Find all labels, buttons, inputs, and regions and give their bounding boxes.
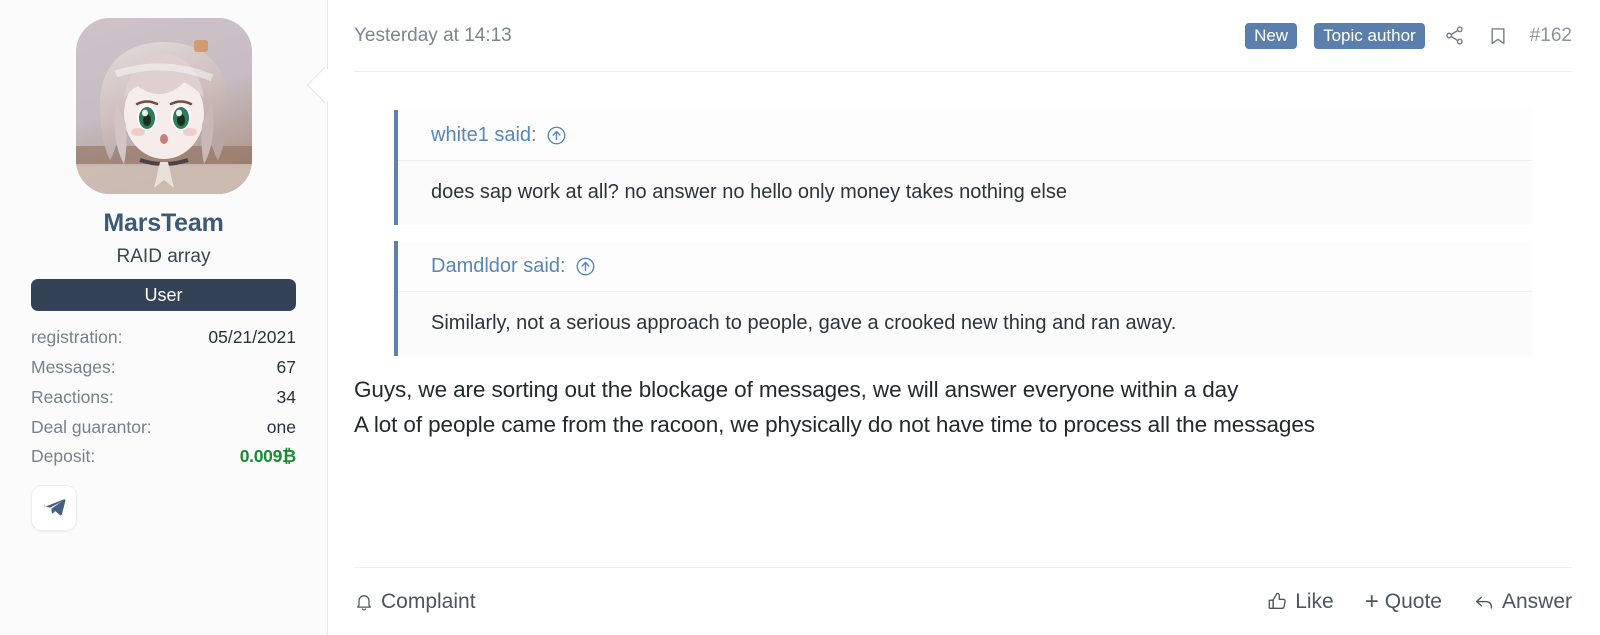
quote-author[interactable]: Damdldor said: bbox=[431, 255, 566, 278]
quote-text: does sap work at all? no answer no hello… bbox=[398, 161, 1532, 225]
post-content: white1 said: does sap work at all? no an… bbox=[354, 72, 1572, 567]
stat-row: Reactions: 34 bbox=[31, 382, 296, 412]
stat-label: Deal guarantor: bbox=[31, 416, 152, 437]
post-number[interactable]: #162 bbox=[1530, 25, 1572, 47]
forum-post-card: MarsTeam RAID array User registration: 0… bbox=[0, 0, 1600, 635]
stat-value: 05/21/2021 bbox=[208, 327, 296, 347]
stat-row: Deal guarantor: one bbox=[31, 412, 296, 442]
post-main: Yesterday at 14:13 New Topic author #162 bbox=[328, 0, 1600, 635]
post-footer-right: Like + Quote Answer bbox=[1267, 587, 1572, 615]
message-line: A lot of people came from the racoon, we… bbox=[354, 412, 1315, 438]
like-label: Like bbox=[1295, 590, 1334, 613]
telegram-button[interactable] bbox=[31, 484, 77, 531]
badge-new[interactable]: New bbox=[1245, 22, 1298, 49]
complaint-button[interactable]: Complaint bbox=[354, 591, 476, 612]
stat-row: Messages: 67 bbox=[31, 352, 296, 382]
avatar-image bbox=[75, 18, 252, 194]
post-header: Yesterday at 14:13 New Topic author #162 bbox=[354, 0, 1572, 72]
post-user-sidebar: MarsTeam RAID array User registration: 0… bbox=[0, 0, 328, 635]
arrow-up-circle-icon[interactable] bbox=[546, 125, 567, 146]
answer-button[interactable]: Answer bbox=[1473, 591, 1572, 613]
quote-block: Damdldor said: Similarly, not a serious … bbox=[394, 241, 1532, 356]
post-footer-left: Complaint bbox=[354, 591, 476, 612]
answer-label: Answer bbox=[1501, 590, 1572, 613]
user-rank-badge[interactable]: User bbox=[31, 278, 296, 311]
stat-label: Reactions: bbox=[31, 386, 114, 407]
telegram-icon bbox=[43, 499, 65, 516]
badge-topic-author[interactable]: Topic author bbox=[1314, 22, 1425, 49]
user-stats: registration: 05/21/2021 Messages: 67 Re… bbox=[31, 323, 296, 472]
contact-buttons bbox=[31, 484, 296, 531]
quote-author[interactable]: white1 said: bbox=[431, 124, 537, 147]
message-line: Guys, we are sorting out the blockage of… bbox=[354, 377, 1239, 402]
stat-value: 34 bbox=[276, 386, 296, 407]
thumbs-up-icon bbox=[1268, 592, 1286, 609]
quote-button[interactable]: + Quote bbox=[1364, 587, 1442, 615]
like-button[interactable]: Like bbox=[1267, 591, 1334, 612]
stat-row: Deposit: 0.009₿ bbox=[31, 442, 296, 472]
stat-label: registration: bbox=[31, 327, 123, 347]
bookmark-icon[interactable] bbox=[1485, 23, 1511, 49]
post-footer: Complaint Like + Quote Answer bbox=[354, 567, 1572, 635]
arrow-up-circle-icon[interactable] bbox=[575, 256, 596, 277]
avatar[interactable] bbox=[75, 18, 252, 194]
stat-label: Deposit: bbox=[31, 446, 96, 467]
post-timestamp[interactable]: Yesterday at 14:13 bbox=[354, 25, 512, 47]
share-icon[interactable] bbox=[1442, 23, 1468, 49]
stat-row: registration: 05/21/2021 bbox=[31, 323, 296, 353]
quote-text: Similarly, not a serious approach to peo… bbox=[398, 292, 1532, 356]
quote-label: Quote bbox=[1384, 590, 1442, 613]
stat-value: one bbox=[266, 416, 296, 437]
stat-value-deposit: 0.009₿ bbox=[239, 446, 297, 467]
stat-label: Messages: bbox=[31, 356, 116, 377]
quote-header: white1 said: bbox=[398, 110, 1532, 161]
quote-header: Damdldor said: bbox=[398, 241, 1532, 292]
stat-value: 67 bbox=[276, 356, 296, 377]
sidebar-pointer-arrow bbox=[298, 62, 328, 120]
post-message: Guys, we are sorting out the blockage of… bbox=[354, 372, 1572, 442]
reply-arrow-icon bbox=[1475, 596, 1492, 609]
post-header-actions: New Topic author #162 bbox=[1245, 22, 1572, 49]
plus-icon: + bbox=[1364, 587, 1379, 615]
complaint-label: Complaint bbox=[381, 590, 476, 613]
username[interactable]: MarsTeam bbox=[103, 209, 223, 238]
user-title: RAID array bbox=[116, 245, 211, 267]
bell-icon bbox=[357, 594, 371, 611]
quote-block: white1 said: does sap work at all? no an… bbox=[394, 110, 1532, 225]
